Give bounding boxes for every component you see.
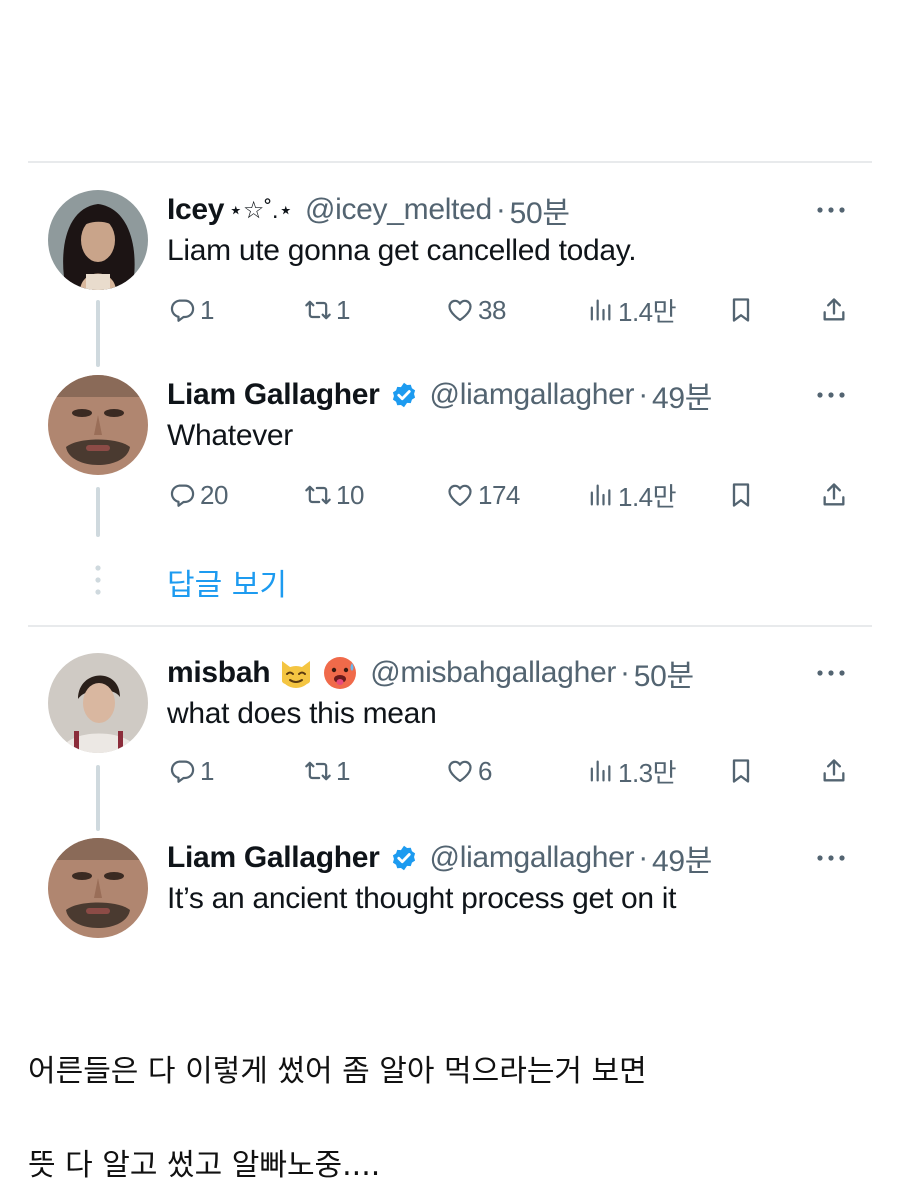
bookmark-button[interactable] bbox=[727, 751, 755, 791]
timestamp[interactable]: 49분 bbox=[652, 373, 712, 417]
avatar[interactable] bbox=[48, 375, 148, 475]
tweet-header: Icey ⋆☆˚.⋆ @icey_melted · 50분 bbox=[167, 190, 570, 230]
views-icon bbox=[586, 296, 614, 324]
bookmark-button[interactable] bbox=[727, 475, 755, 515]
retweet-count: 1 bbox=[336, 294, 350, 325]
reply-count: 1 bbox=[200, 294, 214, 325]
share-button[interactable] bbox=[820, 475, 848, 515]
name-decoration: ⋆☆˚.⋆ bbox=[228, 196, 293, 224]
reply-button[interactable]: 1 bbox=[168, 751, 214, 791]
retweet-button[interactable]: 1 bbox=[304, 290, 350, 330]
user-handle[interactable]: @icey_melted bbox=[305, 193, 492, 227]
action-bar: 20 10 174 1.4만 bbox=[0, 475, 900, 515]
user-handle[interactable]: @liamgallagher bbox=[430, 378, 635, 412]
separator-dot: · bbox=[620, 656, 630, 689]
view-replies-label[interactable]: 답글 보기 bbox=[167, 560, 287, 604]
user-handle[interactable]: @liamgallagher bbox=[430, 841, 635, 875]
like-count: 174 bbox=[478, 479, 520, 510]
display-name[interactable]: Liam Gallagher bbox=[167, 841, 380, 875]
reply-button[interactable]: 20 bbox=[168, 475, 228, 515]
timestamp[interactable]: 50분 bbox=[634, 651, 694, 695]
avatar[interactable] bbox=[48, 190, 148, 290]
like-count: 6 bbox=[478, 755, 492, 786]
separator-dot: · bbox=[495, 193, 506, 226]
display-name[interactable]: Icey bbox=[167, 193, 225, 227]
share-icon bbox=[820, 757, 848, 785]
views-icon bbox=[586, 757, 614, 785]
commentary-line-2: 뜻 다 알고 썼고 알빠노중.... bbox=[28, 1148, 381, 1183]
verified-badge-icon bbox=[390, 381, 418, 409]
heart-icon bbox=[446, 296, 474, 324]
display-name[interactable]: misbah bbox=[167, 656, 271, 690]
more-icon[interactable] bbox=[814, 190, 848, 230]
retweet-count: 10 bbox=[336, 479, 364, 510]
views-icon bbox=[586, 481, 614, 509]
views-button[interactable]: 1.3만 bbox=[586, 751, 677, 791]
retweet-icon bbox=[304, 296, 332, 324]
timestamp[interactable]: 50분 bbox=[510, 188, 570, 232]
view-replies-link[interactable]: 답글 보기 bbox=[0, 558, 900, 604]
reply-button[interactable]: 1 bbox=[168, 290, 214, 330]
hot-face-emoji bbox=[324, 657, 357, 689]
heart-icon bbox=[446, 481, 474, 509]
more-icon[interactable] bbox=[814, 653, 848, 693]
more-icon[interactable] bbox=[814, 375, 848, 415]
views-button[interactable]: 1.4만 bbox=[586, 290, 677, 330]
share-button[interactable] bbox=[820, 290, 848, 330]
retweet-count: 1 bbox=[336, 755, 350, 786]
reply-icon bbox=[168, 757, 196, 785]
more-icon[interactable] bbox=[814, 838, 848, 878]
top-divider bbox=[28, 161, 872, 163]
reply-icon bbox=[168, 296, 196, 324]
retweet-button[interactable]: 10 bbox=[304, 475, 364, 515]
bookmark-icon bbox=[727, 757, 755, 785]
reply-count: 20 bbox=[200, 479, 228, 510]
avatar[interactable] bbox=[48, 838, 148, 938]
action-bar: 1 1 38 1.4만 bbox=[0, 290, 900, 330]
separator-dot: · bbox=[638, 841, 648, 874]
tweet-text: what does this mean bbox=[167, 697, 437, 730]
tweet-text: Whatever bbox=[167, 419, 293, 452]
share-icon bbox=[820, 481, 848, 509]
reply-count: 1 bbox=[200, 755, 214, 786]
separator-dot: · bbox=[638, 378, 648, 411]
like-button[interactable]: 6 bbox=[446, 751, 492, 791]
tweet-text: Liam ute gonna get cancelled today. bbox=[167, 234, 637, 267]
view-count: 1.4만 bbox=[618, 296, 677, 327]
views-button[interactable]: 1.4만 bbox=[586, 475, 677, 515]
tweet-header: misbah @misbahgallagher · 50분 bbox=[167, 653, 694, 693]
tweet-header: Liam Gallagher @liamgallagher · 49분 bbox=[167, 838, 712, 878]
like-count: 38 bbox=[478, 294, 506, 325]
commentary-line-1: 어른들은 다 이렇게 썼어 좀 알아 먹으라는거 보면 bbox=[28, 1054, 647, 1089]
action-bar: 1 1 6 1.3만 bbox=[0, 751, 900, 791]
tweet-header: Liam Gallagher @liamgallagher · 49분 bbox=[167, 375, 712, 415]
retweet-button[interactable]: 1 bbox=[304, 751, 350, 791]
tweet-text: It’s an ancient thought process get on i… bbox=[167, 882, 677, 915]
thread-dots-icon bbox=[95, 565, 101, 595]
like-button[interactable]: 174 bbox=[446, 475, 520, 515]
verified-badge-icon bbox=[390, 844, 418, 872]
share-icon bbox=[820, 296, 848, 324]
bookmark-icon bbox=[727, 481, 755, 509]
share-button[interactable] bbox=[820, 751, 848, 791]
timestamp[interactable]: 49분 bbox=[652, 836, 712, 880]
like-button[interactable]: 38 bbox=[446, 290, 506, 330]
cat-face-emoji bbox=[282, 661, 311, 688]
bookmark-icon bbox=[727, 296, 755, 324]
bookmark-button[interactable] bbox=[727, 290, 755, 330]
display-name[interactable]: Liam Gallagher bbox=[167, 378, 380, 412]
user-handle[interactable]: @misbahgallagher bbox=[370, 656, 616, 690]
middle-divider bbox=[28, 625, 872, 627]
view-count: 1.3만 bbox=[618, 757, 677, 788]
retweet-icon bbox=[304, 757, 332, 785]
retweet-icon bbox=[304, 481, 332, 509]
view-count: 1.4만 bbox=[618, 481, 677, 512]
reply-icon bbox=[168, 481, 196, 509]
avatar[interactable] bbox=[48, 653, 148, 753]
heart-icon bbox=[446, 757, 474, 785]
